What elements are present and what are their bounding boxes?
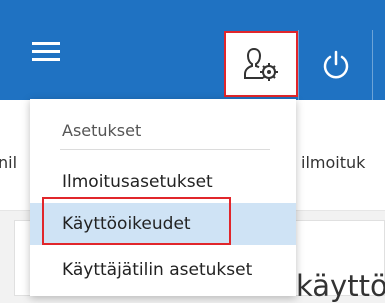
dropdown-header: Asetukset	[62, 121, 142, 140]
user-settings-icon	[244, 48, 278, 81]
hamburger-menu-icon	[32, 42, 60, 61]
user-settings-button[interactable]	[224, 31, 298, 97]
topbar-divider	[372, 30, 373, 100]
highlight-annotation	[42, 197, 231, 245]
power-button[interactable]	[299, 30, 372, 100]
dropdown-separator	[60, 149, 270, 150]
hamburger-menu-button[interactable]	[18, 30, 74, 74]
menu-item-label: Ilmoitusasetukset	[62, 172, 213, 192]
menu-item-account-settings[interactable]: Käyttäjätilin asetukset	[30, 249, 296, 291]
nav-link-notifications-partial[interactable]: ilmoituk	[301, 153, 365, 172]
top-bar	[0, 0, 385, 100]
content-heading-partial: käyttö	[296, 269, 385, 303]
nav-link-partial[interactable]: nil	[0, 153, 17, 172]
menu-item-label: Käyttäjätilin asetukset	[62, 260, 253, 280]
power-icon	[323, 50, 348, 79]
